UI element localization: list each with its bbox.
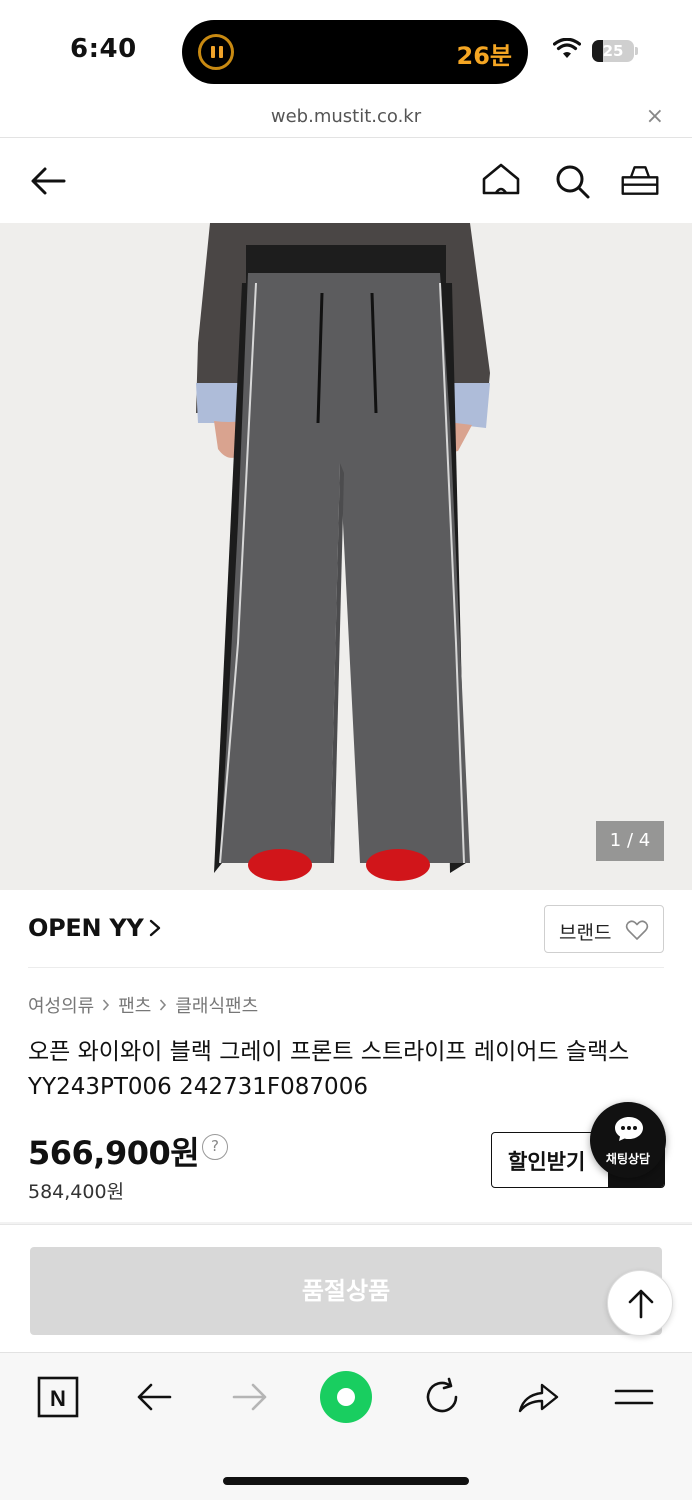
brand-name[interactable]: OPEN YY [28, 914, 144, 942]
chevron-right-icon [103, 999, 110, 1011]
purchase-sheet: 품절상품 [0, 1224, 692, 1352]
green-dot-icon[interactable] [318, 1369, 374, 1425]
dynamic-island[interactable]: 26분 [182, 20, 528, 84]
breadcrumb-item[interactable]: 클래식팬츠 [175, 992, 258, 1018]
browser-toolbar: N [0, 1352, 692, 1500]
pause-icon[interactable] [198, 34, 234, 70]
breadcrumb-item[interactable]: 여성의류 [28, 992, 94, 1018]
image-counter: 1 / 4 [596, 821, 664, 861]
url-bar[interactable]: web.mustit.co.kr × [0, 100, 692, 138]
back-arrow-icon[interactable] [28, 161, 68, 201]
heart-icon [625, 920, 649, 940]
breadcrumb-item[interactable]: 팬츠 [118, 992, 151, 1018]
menu-icon[interactable] [612, 1375, 656, 1419]
brand-row: OPEN YY 브랜드 [28, 890, 664, 968]
product-photo [196, 223, 490, 881]
discount-label: 할인받기 [508, 1150, 586, 1174]
arrow-up-icon [628, 1289, 654, 1319]
battery-icon: 25 [592, 40, 634, 62]
home-icon[interactable] [481, 161, 521, 201]
reload-icon[interactable] [420, 1375, 464, 1419]
breadcrumb: 여성의류 팬츠 클래식팬츠 [28, 992, 258, 1018]
status-bar: 6:40 26분 25 [0, 0, 692, 100]
chevron-right-icon[interactable] [148, 916, 162, 940]
chat-consult-button[interactable]: 채팅상담 [590, 1102, 666, 1178]
battery-cap [635, 47, 638, 55]
naver-n-icon[interactable]: N [36, 1375, 80, 1419]
chat-bubble-icon [615, 1117, 643, 1141]
help-icon[interactable]: ? [202, 1134, 228, 1160]
search-icon[interactable] [552, 161, 592, 201]
soldout-button[interactable]: 품절상품 [30, 1247, 662, 1335]
product-code-line: YY243PT006 242731F087006 [28, 1074, 368, 1100]
product-image[interactable]: 1 / 4 [0, 223, 692, 890]
home-indicator[interactable] [223, 1477, 469, 1485]
scroll-to-top-button[interactable] [607, 1270, 673, 1336]
chevron-right-icon [160, 999, 167, 1011]
cart-icon[interactable] [620, 161, 660, 201]
share-icon[interactable] [516, 1375, 560, 1419]
original-price: 584,400원 [28, 1181, 125, 1203]
island-timer: 26분 [456, 42, 512, 70]
naver-n-label: N [50, 1386, 66, 1411]
battery-level: 25 [602, 42, 624, 60]
close-icon[interactable]: × [646, 104, 664, 129]
app-header [0, 139, 692, 223]
wifi-icon [553, 38, 581, 58]
brand-button-label: 브랜드 [559, 922, 612, 944]
back-arrow-icon[interactable] [132, 1375, 176, 1419]
status-time: 6:40 [70, 34, 137, 64]
brand-like-button[interactable]: 브랜드 [544, 905, 664, 953]
chat-label: 채팅상담 [605, 1152, 651, 1166]
product-title: 오픈 와이와이 블랙 그레이 프론트 스트라이프 레이어드 슬랙스 YY243P… [28, 1035, 668, 1105]
product-price: 566,900원 [28, 1134, 200, 1172]
forward-arrow-icon[interactable] [228, 1375, 272, 1419]
product-title-line: 오픈 와이와이 블랙 그레이 프론트 스트라이프 레이어드 슬랙스 [28, 1039, 630, 1065]
url-text[interactable]: web.mustit.co.kr [0, 106, 692, 127]
